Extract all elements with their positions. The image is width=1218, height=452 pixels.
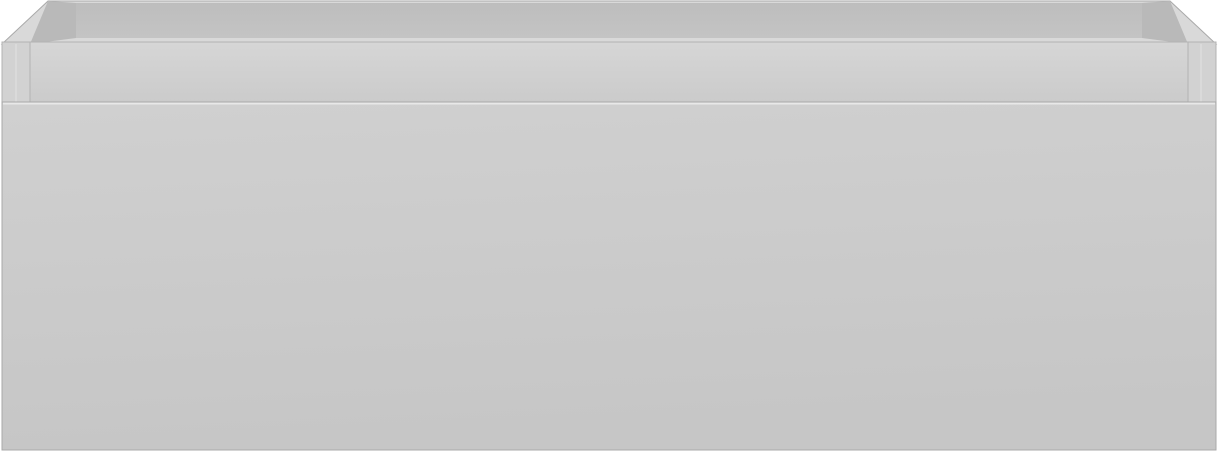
inner-rim-face (29, 41, 1189, 103)
product-image (0, 0, 1218, 452)
right-post (1187, 41, 1217, 104)
open-box-drawer-icon (0, 0, 1218, 451)
inner-back-wall (76, 3, 1142, 38)
front-panel (1, 101, 1217, 451)
